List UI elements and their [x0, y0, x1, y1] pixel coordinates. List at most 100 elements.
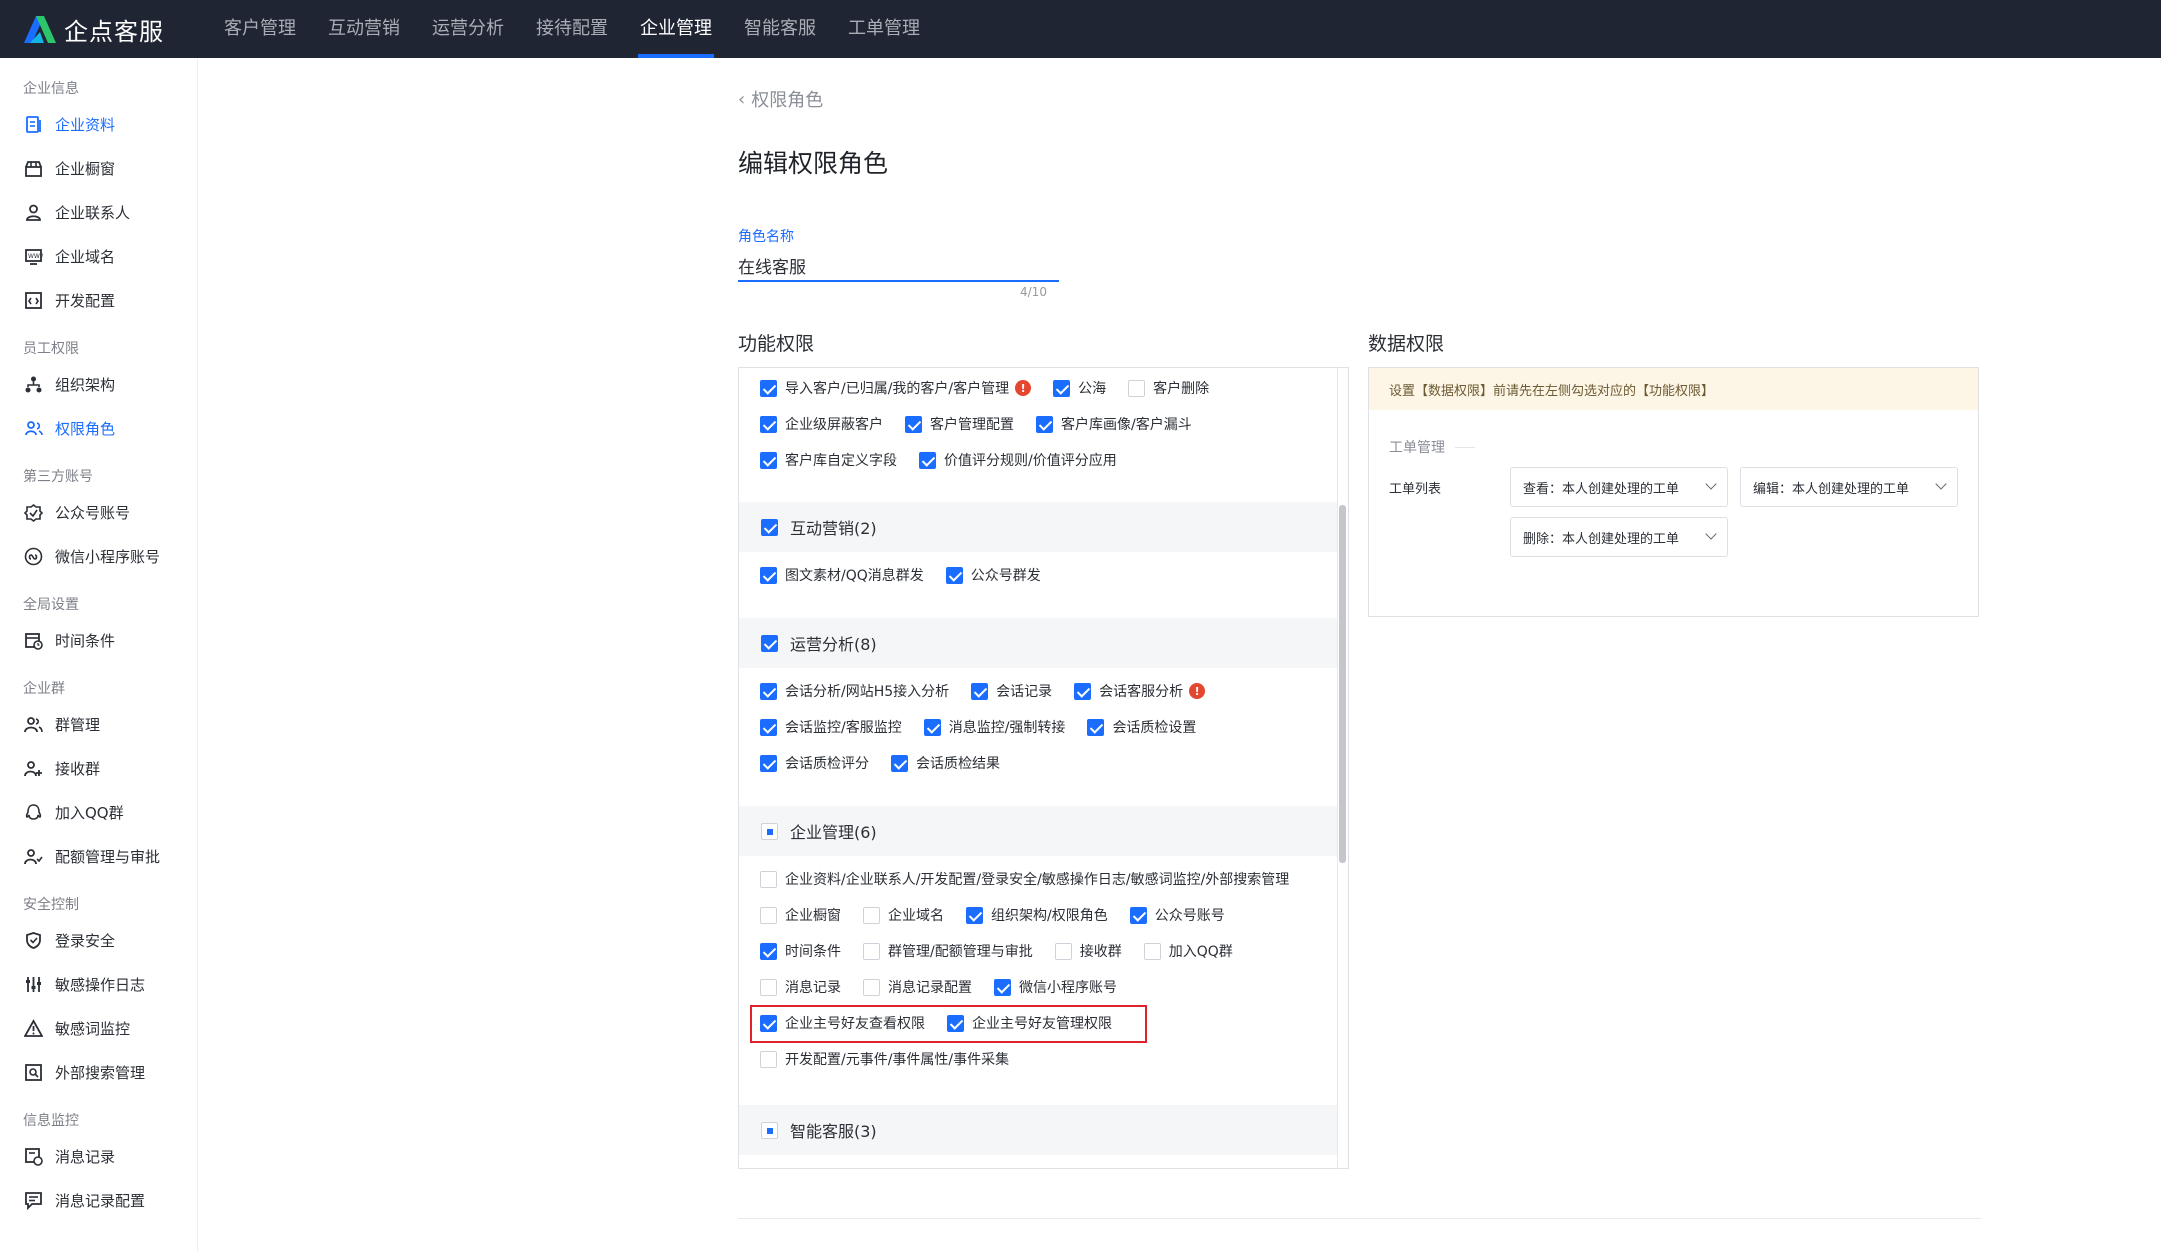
nav-item[interactable]: 互动营销: [328, 0, 400, 58]
sidebar-item[interactable]: 敏感词监控: [0, 1006, 197, 1050]
scrollbar[interactable]: [1339, 505, 1346, 863]
app-title: 企点客服: [64, 17, 164, 46]
chevron-down-icon: [1705, 528, 1717, 540]
permission-checkbox[interactable]: 会话记录: [971, 681, 1052, 701]
nav-item[interactable]: 工单管理: [848, 0, 920, 58]
permission-checkbox[interactable]: 消息记录配置: [863, 977, 972, 997]
sidebar-item[interactable]: WWW 企业域名: [0, 234, 197, 278]
permission-group-header[interactable]: 企业管理(6): [739, 806, 1337, 856]
sidebar-group-title: 信息监控: [23, 1113, 79, 1129]
sidebar-item[interactable]: 开发配置: [0, 278, 197, 322]
nav-item[interactable]: 客户管理: [224, 0, 296, 58]
permission-checkbox[interactable]: 导入客户/已归属/我的客户/客户管理!: [760, 378, 1032, 398]
permission-checkbox[interactable]: 开发配置/元事件/事件属性/事件采集: [760, 1049, 1009, 1069]
sidebar-item[interactable]: 企业资料: [0, 102, 197, 146]
permission-group-header[interactable]: 互动营销(2): [739, 502, 1337, 552]
permission-checkbox[interactable]: 会话质检评分: [760, 753, 869, 773]
permission-label: 会话监控/客服监控: [785, 720, 902, 736]
sidebar-item[interactable]: 接收群: [0, 746, 197, 790]
permission-checkbox[interactable]: 时间条件: [760, 941, 841, 961]
svg-text:WWW: WWW: [28, 253, 43, 260]
sidebar-item[interactable]: 企业联系人: [0, 190, 197, 234]
sidebar-item[interactable]: 企业橱窗: [0, 146, 197, 190]
sidebar-item[interactable]: 微信小程序账号: [0, 534, 197, 578]
permission-checkbox[interactable]: 价值评分规则/价值评分应用: [919, 450, 1117, 470]
scroll-track: [1337, 367, 1338, 1169]
sidebar-item[interactable]: 公众号账号: [0, 490, 197, 534]
sidebar-item[interactable]: 组织架构: [0, 362, 197, 406]
work-order-section-label: 工单管理: [1389, 440, 1445, 456]
permission-checkbox[interactable]: 公众号群发: [945, 565, 1041, 585]
sidebar-item-label: 消息记录: [55, 1147, 116, 1166]
permission-group-header[interactable]: 运营分析(8): [739, 618, 1337, 668]
permission-label: 消息记录配置: [888, 980, 972, 996]
group-checkbox[interactable]: [761, 822, 778, 840]
nav-item[interactable]: 企业管理: [638, 0, 714, 58]
permission-checkbox[interactable]: 微信小程序账号: [994, 977, 1117, 997]
permission-checkbox[interactable]: 组织架构/权限角色: [966, 905, 1108, 925]
permission-checkbox[interactable]: 公众号账号: [1129, 905, 1225, 925]
checkbox-box: [1129, 906, 1147, 924]
permission-checkbox[interactable]: 群管理/配额管理与审批: [863, 941, 1033, 961]
sidebar-item-label: 微信小程序账号: [55, 547, 161, 566]
permission-checkbox[interactable]: 消息记录: [760, 977, 841, 997]
delete-scope-select[interactable]: 删除： 本人创建处理的工单: [1510, 517, 1728, 557]
permission-checkbox[interactable]: 客户管理配置: [905, 414, 1014, 434]
sidebar-item-label: 企业联系人: [55, 203, 131, 222]
nav-item[interactable]: 智能客服: [744, 0, 816, 58]
permission-checkbox[interactable]: 消息监控/强制转接: [923, 717, 1065, 737]
permission-checkbox[interactable]: 企业级屏蔽客户: [760, 414, 883, 434]
permission-group-header[interactable]: 智能客服(3): [739, 1105, 1337, 1155]
sidebar-item[interactable]: 敏感操作日志: [0, 962, 197, 1006]
permission-checkbox[interactable]: 会话质检结果: [891, 753, 1000, 773]
permission-label: 企业域名: [888, 908, 944, 924]
sidebar: 企业信息 企业资料 企业橱窗 企业联系人 WWW 企业域名 开发配置 员工权限 组织架构 权限角色…: [0, 58, 198, 1251]
sidebar-item[interactable]: 加入QQ群: [0, 790, 197, 834]
sidebar-item[interactable]: 时间条件: [0, 618, 197, 662]
checkbox-box: [760, 718, 777, 736]
group-checkbox[interactable]: [761, 634, 778, 652]
permission-checkbox[interactable]: 图文素材/QQ消息群发: [760, 565, 924, 585]
sidebar-item[interactable]: 消息记录: [0, 1134, 197, 1178]
edit-scope-select[interactable]: 编辑： 本人创建处理的工单: [1740, 467, 1958, 507]
permission-checkbox[interactable]: 加入QQ群: [1143, 941, 1233, 961]
sidebar-item[interactable]: 配额管理与审批: [0, 834, 197, 878]
nav-item[interactable]: 运营分析: [432, 0, 504, 58]
permission-label: 客户库画像/客户漏斗: [1061, 417, 1192, 433]
sidebar-item[interactable]: 外部搜索管理: [0, 1050, 197, 1094]
permission-checkbox[interactable]: 会话监控/客服监控: [760, 717, 902, 737]
permission-label: 接收群: [1079, 944, 1122, 960]
sidebar-item[interactable]: 消息记录配置: [0, 1178, 197, 1222]
sidebar-item-label: 接收群: [55, 759, 101, 778]
permission-label: 会话质检设置: [1112, 720, 1197, 736]
permission-checkbox[interactable]: 企业橱窗: [760, 905, 841, 925]
group-checkbox[interactable]: [761, 1121, 778, 1139]
permission-checkbox[interactable]: 会话客服分析!: [1074, 681, 1206, 701]
checkbox-box: [945, 566, 963, 584]
permission-checkbox[interactable]: 客户库画像/客户漏斗: [1036, 414, 1192, 434]
nav-item[interactable]: 接待配置: [536, 0, 608, 58]
sidebar-item[interactable]: 权限角色: [0, 406, 197, 450]
permission-checkbox[interactable]: 客户删除: [1128, 378, 1209, 398]
role-name-input[interactable]: [738, 250, 1059, 282]
back-link[interactable]: ‹ 权限角色: [738, 86, 823, 112]
permission-checkbox[interactable]: 会话质检设置: [1087, 717, 1196, 737]
footer-divider: [738, 1218, 1981, 1219]
permission-label: 会话分析/网站H5接入分析: [785, 684, 950, 700]
permission-checkbox[interactable]: 接收群: [1054, 941, 1122, 961]
permission-checkbox[interactable]: 企业资料/企业联系人/开发配置/登录安全/敏感操作日志/敏感词监控/外部搜索管理: [760, 869, 1289, 889]
group-checkbox[interactable]: [761, 518, 778, 536]
permission-checkbox[interactable]: 会话分析/网站H5接入分析: [760, 681, 949, 701]
sidebar-item[interactable]: 群管理: [0, 702, 197, 746]
permission-row: 会话质检评分 会话质检结果: [760, 753, 1022, 773]
permission-checkbox[interactable]: 公海: [1053, 378, 1106, 398]
role-icon: [23, 418, 43, 438]
sidebar-item[interactable]: 登录安全: [0, 918, 197, 962]
permission-checkbox[interactable]: 客户库自定义字段: [760, 450, 897, 470]
shield-icon: [23, 930, 43, 950]
permission-checkbox[interactable]: 企业域名: [863, 905, 944, 925]
logo[interactable]: 企点客服: [22, 12, 208, 47]
sidebar-item-label: 加入QQ群: [55, 803, 124, 822]
checkbox-box: [760, 870, 777, 888]
view-scope-select[interactable]: 查看： 本人创建处理的工单: [1510, 467, 1728, 507]
